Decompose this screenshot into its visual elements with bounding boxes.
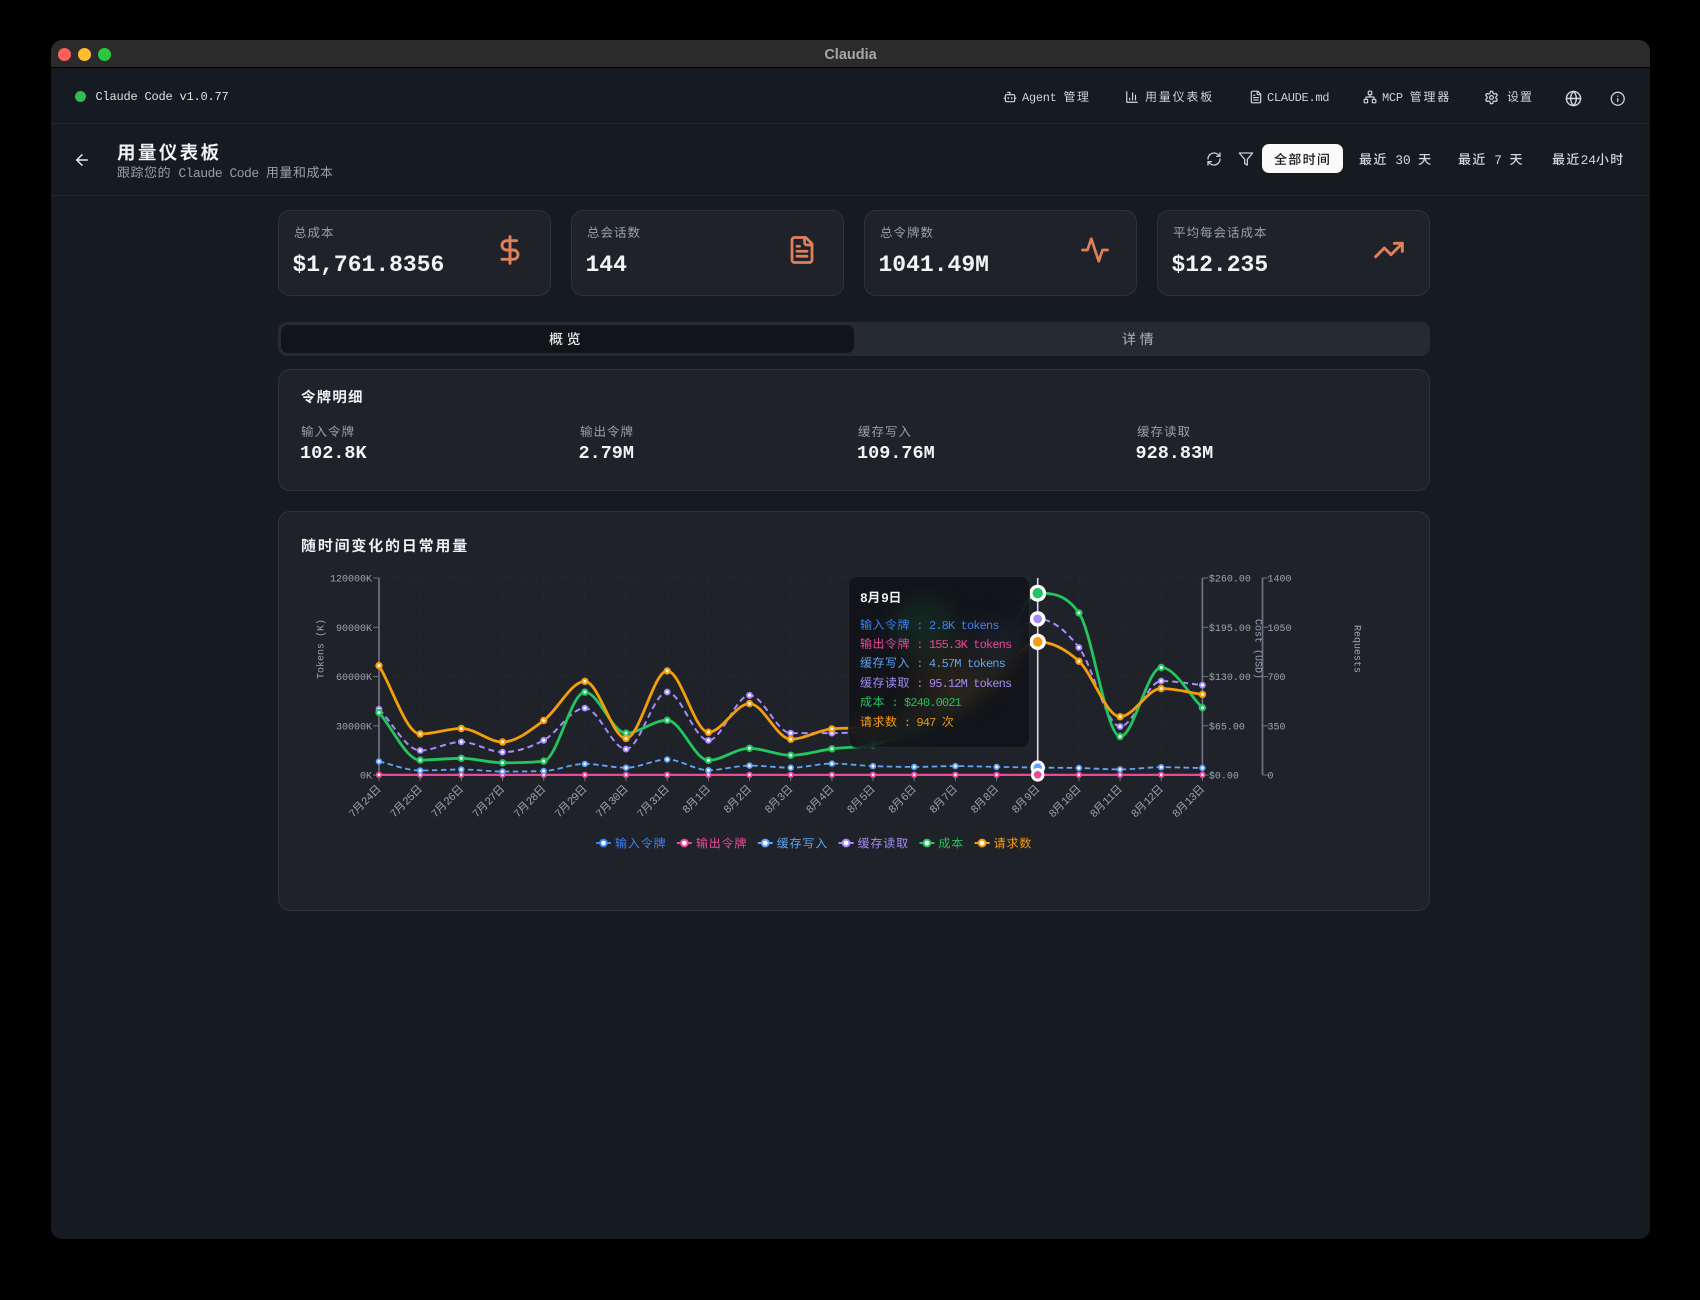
svg-text:1400: 1400: [1267, 574, 1291, 585]
svg-text:Cost (USD): Cost (USD): [1251, 618, 1263, 678]
svg-text:0: 0: [1267, 771, 1273, 782]
svg-text:90000K: 90000K: [335, 623, 371, 634]
svg-text:$0.00: $0.00: [1208, 770, 1238, 782]
svg-text:Tokens (K): Tokens (K): [315, 618, 327, 678]
svg-text:120000K: 120000K: [329, 574, 371, 585]
svg-text:$260.00: $260.00: [1208, 573, 1250, 585]
svg-text:1050: 1050: [1267, 623, 1291, 634]
svg-text:Requests: Requests: [1350, 624, 1361, 672]
svg-text:$65.00: $65.00: [1208, 721, 1244, 733]
svg-text:$130.00: $130.00: [1208, 672, 1250, 684]
svg-text:30000K: 30000K: [335, 722, 371, 733]
svg-text:$195.00: $195.00: [1208, 622, 1250, 634]
svg-text:350: 350: [1267, 722, 1285, 733]
svg-text:60000K: 60000K: [335, 673, 371, 684]
svg-text:0K: 0K: [359, 771, 371, 782]
svg-text:700: 700: [1267, 673, 1285, 684]
